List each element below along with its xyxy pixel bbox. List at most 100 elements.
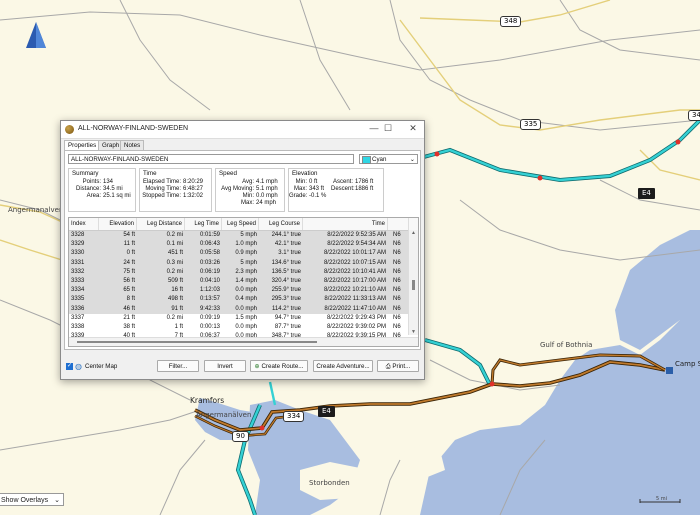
elevation-label: Descent: xyxy=(331,186,355,192)
table-cell: N6 xyxy=(393,323,401,330)
map-label-angermanalven-river: Ångermanälven xyxy=(196,411,252,419)
column-header[interactable]: Elevation xyxy=(99,218,137,230)
table-row[interactable]: 3335 8 ft 498 ft 0:13:57 0.4 mph 295.3° true 8… xyxy=(69,295,409,305)
create-route-button[interactable]: ⊕ Create Route... xyxy=(250,360,308,372)
table-cell: 3337 xyxy=(71,314,85,321)
table-row[interactable]: 3330 0 ft 451 ft 0:05:58 0.9 mph 3.1° true 8/2… xyxy=(69,249,409,259)
vertical-scroll-thumb[interactable] xyxy=(412,280,415,290)
table-cell: N6 xyxy=(393,259,401,266)
summary-label: Points: xyxy=(82,179,101,185)
table-body: 3328 54 ft 0.2 mi 0:01:59 5 mph 244.1° true 8/… xyxy=(69,231,409,341)
table-cell: 3333 xyxy=(71,277,85,284)
trackpoint-table[interactable]: Index Elevation Leg Distance Leg Time Leg Sp… xyxy=(68,217,419,347)
elevation-label: Max: xyxy=(293,186,307,192)
elevation-value: 1886 ft xyxy=(355,186,374,192)
elevation-label: Grade: xyxy=(289,193,308,199)
table-cell: 509 ft xyxy=(167,277,183,284)
horizontal-scroll-thumb[interactable] xyxy=(77,341,317,343)
table-cell: 42.1° true xyxy=(274,241,301,248)
table-cell: 16 ft xyxy=(171,287,183,294)
table-cell: 0:09:19 xyxy=(199,314,220,321)
checkbox-checked-icon[interactable]: ✓ xyxy=(66,363,73,370)
create-adventure-button[interactable]: Create Adventure... xyxy=(313,360,373,372)
table-cell: 8/22/2022 10:21:10 AM xyxy=(323,287,386,294)
table-cell: 3334 xyxy=(71,287,85,294)
table-cell: 8/22/2022 10:17:00 AM xyxy=(323,277,386,284)
time-title: Time xyxy=(143,170,157,177)
column-header[interactable]: Time xyxy=(303,218,388,230)
table-row[interactable]: 3328 54 ft 0.2 mi 0:01:59 5 mph 244.1° true 8/… xyxy=(69,231,409,241)
print-button[interactable]: ⎙ Print... xyxy=(377,360,419,372)
map-label-angermanalven: Angermanalven xyxy=(8,206,64,214)
time-value: 8:20:29 xyxy=(183,179,204,185)
map-label-camp: Camp Sw xyxy=(675,360,700,368)
table-cell: 1.4 mph xyxy=(235,277,257,284)
table-cell: 87.7° true xyxy=(274,323,301,330)
color-select-value: Cyan xyxy=(372,156,387,163)
summary-value: 25.1 sq mi xyxy=(103,193,131,199)
table-row[interactable]: 3338 38 ft 1 ft 0:00:13 0.0 mph 87.7° true 8/2… xyxy=(69,323,409,332)
table-cell: 0.2 mi xyxy=(166,314,183,321)
horizontal-scrollbar[interactable] xyxy=(69,337,418,346)
invert-button[interactable]: Invert xyxy=(204,360,246,372)
speed-value: 24 mph xyxy=(256,200,277,206)
table-cell: N6 xyxy=(393,314,401,321)
table-cell: 8/22/2022 9:39:02 PM xyxy=(326,323,386,330)
table-cell: N6 xyxy=(393,241,401,248)
summary-value: 34.5 mi xyxy=(103,186,123,192)
track-name-input[interactable]: ALL-NORWAY-FINLAND-SWEDEN xyxy=(68,154,354,164)
table-cell: 11 ft xyxy=(123,241,135,248)
table-row[interactable]: 3336 46 ft 91 ft 9:42:33 0.0 mph 114.2° true 8… xyxy=(69,304,409,314)
filter-button[interactable]: Filter... xyxy=(157,360,199,372)
table-cell: 8 ft xyxy=(126,296,135,303)
column-header[interactable]: Leg Speed xyxy=(222,218,259,230)
table-cell: 8/22/2022 9:52:35 AM xyxy=(327,232,386,238)
table-cell: N6 xyxy=(393,305,401,312)
table-row[interactable]: 3334 65 ft 16 ft 1:12:03 0.0 mph 255.9° true 8… xyxy=(69,286,409,296)
scroll-down-icon[interactable]: ▼ xyxy=(409,329,418,335)
road-shield-e4: E4 xyxy=(638,188,655,199)
column-header[interactable]: Leg Distance xyxy=(137,218,185,230)
column-header[interactable] xyxy=(391,218,409,230)
summary-group: Summary Points: 134 Distance: 34.5 mi Area… xyxy=(68,168,136,212)
table-cell: N6 xyxy=(393,250,401,257)
road-shield-335: 335 xyxy=(520,119,542,130)
scroll-up-icon[interactable]: ▲ xyxy=(409,230,418,236)
table-row[interactable]: 3329 11 ft 0.1 mi 0:06:43 1.0 mph 42.1° true 8… xyxy=(69,240,409,250)
elevation-title: Elevation xyxy=(292,170,318,177)
table-row[interactable]: 3331 24 ft 0.3 mi 0:03:26 5 mph 134.6° true 8/… xyxy=(69,258,409,268)
speed-label: Avg: xyxy=(242,179,254,185)
speed-label: Min: xyxy=(242,193,254,199)
table-cell: 94.7° true xyxy=(274,314,301,321)
minimize-button[interactable]: — xyxy=(367,123,381,133)
road-shield-e4-lower: E4 xyxy=(318,406,335,417)
time-label: Stopped Time: xyxy=(142,193,181,199)
table-cell: N6 xyxy=(393,268,401,275)
table-cell: 3.1° true xyxy=(278,250,301,257)
vertical-scrollbar[interactable]: ▲ ▼ xyxy=(408,230,418,335)
table-row[interactable]: 3337 21 ft 0.2 mi 0:09:19 1.5 mph 94.7° true 8… xyxy=(69,314,409,323)
show-overlays-select[interactable]: Show Overlays ⌄ xyxy=(0,493,64,506)
color-select[interactable]: Cyan ⌄ xyxy=(359,154,418,164)
table-cell: 244.1° true xyxy=(271,232,301,238)
speed-value: 0.0 mph xyxy=(256,193,278,199)
table-row[interactable]: 3332 75 ft 0.2 mi 0:06:19 2.3 mph 136.5° true… xyxy=(69,267,409,277)
table-cell: 0:04:10 xyxy=(199,277,220,284)
window-titlebar[interactable]: ALL-NORWAY-FINLAND-SWEDEN — ☐ ✕ xyxy=(61,121,424,139)
table-cell: 134.6° true xyxy=(271,259,301,266)
map-label-storbonden: Storbonden xyxy=(309,479,350,487)
color-swatch xyxy=(362,156,371,164)
table-cell: 451 ft xyxy=(167,250,183,257)
column-header[interactable]: Leg Course xyxy=(259,218,303,230)
table-cell: 65 ft xyxy=(123,287,135,294)
table-row[interactable]: 3333 56 ft 509 ft 0:04:10 1.4 mph 320.4° true… xyxy=(69,276,409,287)
column-header[interactable]: Index xyxy=(69,218,99,230)
road-shield-90: 90 xyxy=(232,431,249,442)
table-cell: 46 ft xyxy=(123,305,135,312)
elevation-label: Min: xyxy=(295,179,307,185)
maximize-button[interactable]: ☐ xyxy=(381,123,395,134)
road-shield-34: 34 xyxy=(688,110,700,121)
column-header[interactable]: Leg Time xyxy=(185,218,222,230)
close-button[interactable]: ✕ xyxy=(406,123,420,134)
table-cell: 0 ft xyxy=(126,250,135,257)
